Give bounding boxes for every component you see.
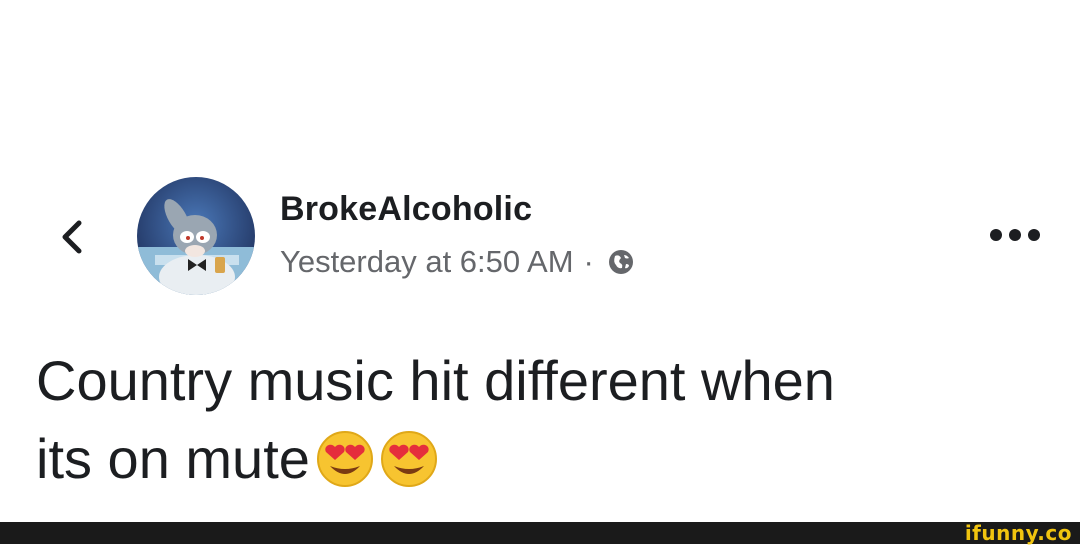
post-meta: Yesterday at 6:50 AM · [280, 244, 636, 280]
post-text: Country music hit different when its on … [36, 342, 1046, 508]
ifunny-watermark[interactable]: ifunny.co [965, 522, 1072, 544]
chevron-left-icon [62, 220, 82, 254]
author-name[interactable]: BrokeAlcoholic [280, 190, 532, 229]
post-line-2: its on mute [36, 427, 310, 490]
heart-eyes-emoji-icon [316, 430, 374, 508]
timestamp[interactable]: Yesterday at 6:50 AM [280, 244, 574, 280]
post-line-1: Country music hit different when [36, 349, 835, 412]
avatar[interactable] [137, 177, 255, 295]
more-options-button[interactable] [985, 220, 1045, 250]
more-horizontal-icon [990, 229, 1040, 241]
heart-eyes-emoji-icon [380, 430, 438, 508]
globe-icon [606, 247, 636, 277]
meta-separator: · [583, 244, 594, 279]
avatar-image [137, 177, 255, 295]
back-button[interactable] [50, 215, 94, 259]
post-line-2-wrapper: its on mute [36, 420, 1046, 508]
footer-bar: ifunny.co [0, 522, 1080, 544]
